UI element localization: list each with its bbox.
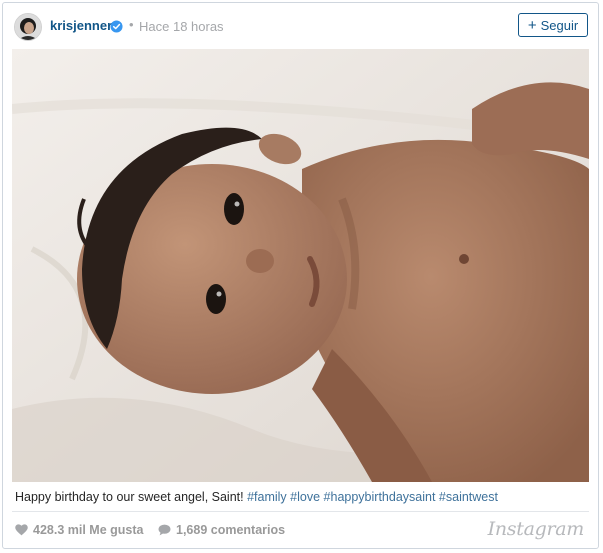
comments-stat[interactable]: 1,689 comentarios xyxy=(158,523,285,537)
username-link[interactable]: krisjenner xyxy=(50,18,112,33)
likes-count: 428.3 mil Me gusta xyxy=(33,523,144,537)
plus-icon: + xyxy=(527,16,537,34)
follow-button[interactable]: + Seguir xyxy=(518,13,588,37)
hashtag-family[interactable]: #family xyxy=(247,490,287,504)
follow-button-label: Seguir xyxy=(540,17,579,33)
hashtag-love[interactable]: #love xyxy=(290,490,320,504)
avatar[interactable] xyxy=(14,13,42,41)
post-caption: Happy birthday to our sweet angel, Saint… xyxy=(15,490,586,504)
instagram-embed-card: krisjenner • Hace 18 horas + Seguir Happ… xyxy=(2,2,599,549)
avatar-image xyxy=(15,14,41,40)
hashtag-happybirthdaysaint[interactable]: #happybirthdaysaint xyxy=(324,490,436,504)
speech-bubble-icon xyxy=(158,524,171,536)
hashtag-saintwest[interactable]: #saintwest xyxy=(439,490,498,504)
post-timestamp[interactable]: Hace 18 horas xyxy=(139,19,224,34)
post-header: krisjenner • Hace 18 horas + Seguir xyxy=(3,3,598,49)
baby-photo xyxy=(12,49,589,482)
post-photo[interactable] xyxy=(12,49,589,482)
heart-icon xyxy=(15,524,28,536)
separator-dot: • xyxy=(129,17,134,32)
caption-text: Happy birthday to our sweet angel, Saint… xyxy=(15,490,244,504)
instagram-logo[interactable]: Instagram xyxy=(488,518,585,540)
likes-stat[interactable]: 428.3 mil Me gusta xyxy=(15,523,143,537)
comments-count: 1,689 comentarios xyxy=(176,523,286,537)
footer-divider xyxy=(12,511,589,512)
verified-badge-icon xyxy=(110,20,123,33)
